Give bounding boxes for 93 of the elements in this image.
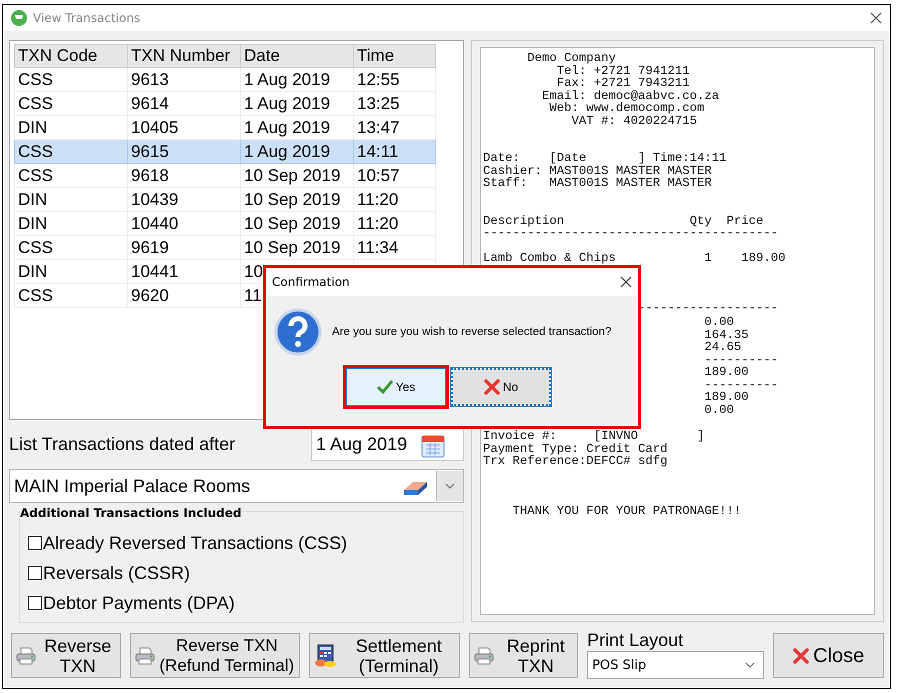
group-title: Additional Transactions Included xyxy=(20,506,242,520)
column-header[interactable]: Date xyxy=(240,44,354,68)
receipt-line: Web: www.democomp.com xyxy=(548,102,704,114)
table-cell[interactable]: 11:20 xyxy=(354,188,436,212)
checkbox-option[interactable]: Already Reversed Transactions (CSS) xyxy=(28,528,463,558)
date-field[interactable]: 1 Aug 2019 xyxy=(311,428,464,461)
table-cell[interactable]: 14:11 xyxy=(354,140,436,164)
table-cell[interactable]: DIN xyxy=(14,260,128,284)
table-cell[interactable]: 10440 xyxy=(128,212,240,236)
table-cell[interactable]: 10439 xyxy=(128,188,240,212)
action-button[interactable]: Reverse TXN xyxy=(11,633,121,678)
dialog-title: Confirmation xyxy=(272,275,350,289)
receipt-line: 24.65 xyxy=(704,341,742,354)
receipt-line: 189.00 xyxy=(704,366,749,378)
table-cell[interactable]: 10 Sep 2019 xyxy=(240,164,354,188)
dialog-message: Are you sure you wish to reverse selected transaction? xyxy=(332,326,612,338)
receipt-line: 164.35 xyxy=(704,328,749,341)
checkbox-option[interactable]: Reversals (CSSR) xyxy=(28,558,463,588)
receipt-line: Demo Company xyxy=(526,52,616,64)
chevron-down-icon[interactable] xyxy=(445,483,455,489)
window-title: View Transactions xyxy=(33,11,140,25)
close-icon[interactable] xyxy=(620,276,632,288)
column-header[interactable]: TXN Code xyxy=(14,44,128,68)
receipt-line: Payment Type: Credit Card xyxy=(483,442,668,455)
receipt-line: Description Qty Price xyxy=(483,214,764,227)
table-cell[interactable]: 12:55 xyxy=(354,68,436,92)
receipt-line: ------------------- xyxy=(638,302,778,314)
table-cell[interactable]: 1 Aug 2019 xyxy=(240,68,354,92)
table-cell[interactable]: DIN xyxy=(14,188,128,212)
calculator-coins-icon xyxy=(314,644,338,668)
table-cell[interactable]: 10 Sep 2019 xyxy=(240,236,354,260)
print-layout-select[interactable]: POS Slip xyxy=(587,651,764,679)
cart-icon xyxy=(11,10,27,26)
print-layout-label: Print Layout xyxy=(587,630,684,651)
receipt-line: VAT #: 4020224715 xyxy=(570,114,698,127)
close-button[interactable]: Close xyxy=(773,633,884,678)
table-cell[interactable]: 11:20 xyxy=(354,212,436,236)
table-cell[interactable]: 10:57 xyxy=(354,164,436,188)
close-icon[interactable] xyxy=(870,12,882,24)
receipt-line: Fax: +2721 7943211 xyxy=(556,77,690,90)
table-cell[interactable]: 9618 xyxy=(128,164,240,188)
table-cell[interactable]: CSS xyxy=(14,68,128,92)
dialog-button[interactable]: No xyxy=(451,368,551,406)
table-cell[interactable]: CSS xyxy=(14,236,128,260)
action-button[interactable]: Reprint TXN xyxy=(469,633,578,678)
table-cell[interactable]: 1 Aug 2019 xyxy=(240,140,354,164)
table-cell[interactable]: 1 Aug 2019 xyxy=(240,92,354,116)
receipt-line: Trx Reference:DEFCC# sdfg xyxy=(483,455,668,468)
chevron-down-icon[interactable] xyxy=(745,662,756,668)
table-cell[interactable]: 9613 xyxy=(128,68,240,92)
column-header[interactable]: TXN Number xyxy=(128,44,240,68)
receipt-line: 189.00 xyxy=(704,391,749,404)
action-button[interactable]: Settlement (Terminal) xyxy=(308,633,460,678)
checkbox-option[interactable]: Debtor Payments (DPA) xyxy=(28,588,463,618)
cross-icon xyxy=(484,379,500,395)
table-cell[interactable]: 9619 xyxy=(128,236,240,260)
table-cell[interactable]: 13:25 xyxy=(354,92,436,116)
receipt-line: Date: [Date ] Time:14:11 xyxy=(483,152,727,164)
table-cell[interactable]: DIN xyxy=(14,212,128,236)
receipt-line: Tel: +2721 7941211 xyxy=(556,64,690,77)
receipt-line: ---------------------------------------- xyxy=(483,227,778,240)
receipt-line: 0.00 xyxy=(704,316,734,328)
table-cell[interactable]: 11:34 xyxy=(354,236,436,260)
receipt-line: Lamb Combo & Chips 1 189.00 xyxy=(483,252,786,264)
receipt-line: Staff: MAST001S MASTER MASTER xyxy=(483,177,712,190)
printer-icon xyxy=(134,646,155,664)
table-cell[interactable]: CSS xyxy=(14,164,128,188)
table-cell[interactable]: CSS xyxy=(14,284,128,308)
receipt-line: ---------- xyxy=(704,378,778,391)
table-cell[interactable]: 9620 xyxy=(128,284,240,308)
dialog-button[interactable]: Yes xyxy=(346,368,446,406)
table-cell[interactable]: CSS xyxy=(14,92,128,116)
receipt-line: ---------- xyxy=(704,354,778,366)
printer-icon xyxy=(474,646,494,664)
table-cell[interactable]: 10441 xyxy=(128,260,240,284)
table-cell[interactable]: 9614 xyxy=(128,92,240,116)
receipt-line: THANK YOU FOR YOUR PATRONAGE!!! xyxy=(512,504,742,517)
date-filter-label: List Transactions dated after xyxy=(9,434,236,455)
check-icon xyxy=(376,380,393,394)
receipt-line: Invoice #: [INVNO ] xyxy=(483,430,704,442)
receipt-line: Email: democ@aabvc.co.za xyxy=(541,90,720,102)
receipt-line: 0.00 xyxy=(704,404,734,416)
table-cell[interactable]: 9615 xyxy=(128,140,240,164)
table-cell[interactable]: 10 Sep 2019 xyxy=(240,188,354,212)
printer-icon xyxy=(16,646,36,664)
column-header[interactable]: Time xyxy=(354,44,436,68)
receipt-line: Cashier: MAST001S MASTER MASTER xyxy=(483,164,712,177)
cross-icon xyxy=(793,648,810,664)
location-dropdown[interactable]: MAIN Imperial Palace Rooms xyxy=(9,469,464,503)
action-button[interactable]: Reverse TXN (Refund Terminal) xyxy=(130,633,300,678)
table-cell[interactable]: 10 Sep 2019 xyxy=(240,212,354,236)
question-icon xyxy=(274,308,322,356)
table-cell[interactable]: CSS xyxy=(14,140,128,164)
